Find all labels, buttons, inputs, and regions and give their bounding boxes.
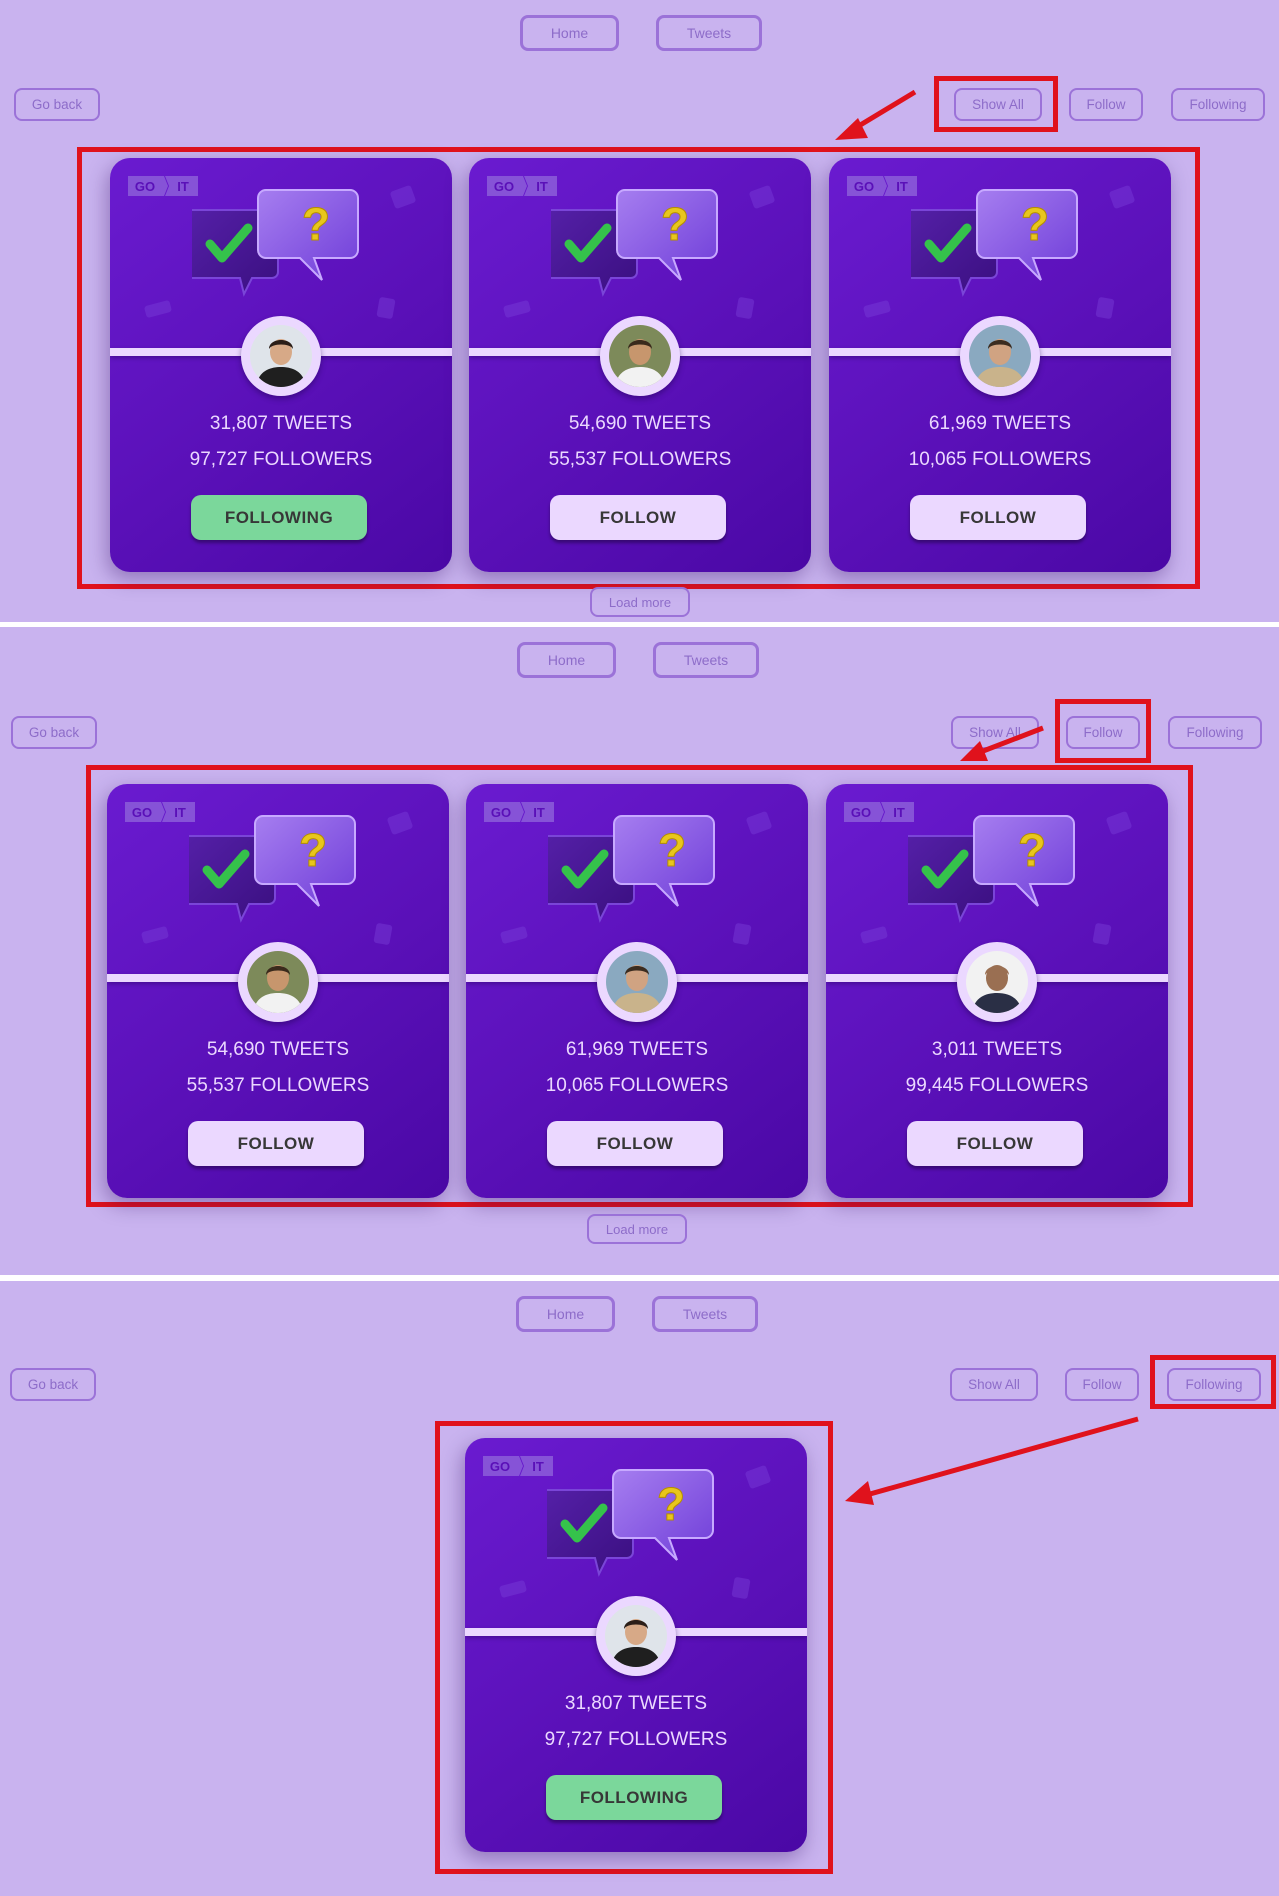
chat-bubbles-illustration: ? [547,1469,714,1577]
follow-toggle-button[interactable]: FOLLOW [550,495,726,540]
avatar-man-dark-jacket [596,1596,676,1676]
chat-bubbles-illustration: ? [911,189,1078,297]
tweets-count: 61,969 TWEETS [928,413,1072,434]
user-card: GO IT [829,158,1171,572]
tweets-count: 31,807 TWEETS [209,413,353,434]
followers-count: 97,727 FOLLOWERS [189,449,373,470]
chat-bubbles-illustration: ? [548,815,715,923]
follow-toggle-button[interactable]: FOLLOW [907,1121,1083,1166]
followers-count: 97,727 FOLLOWERS [544,1729,728,1750]
svg-text:?: ? [1018,824,1046,876]
tweets-count: 61,969 TWEETS [565,1039,709,1060]
avatar-man-white-shirt [238,942,318,1022]
svg-text:?: ? [302,198,330,250]
user-card: GO IT [107,784,449,1198]
follow-toggle-button[interactable]: FOLLOWING [546,1775,722,1820]
followers-count: 99,445 FOLLOWERS [905,1075,1089,1096]
svg-text:?: ? [1021,198,1049,250]
avatar-man-dark-jacket [241,316,321,396]
avatar-man-suit [957,942,1037,1022]
load-more-button[interactable]: Load more [587,1214,687,1244]
svg-text:?: ? [661,198,689,250]
user-card: GO IT [826,784,1168,1198]
user-card: GO IT [466,784,808,1198]
screen-following: Home Tweets Go back Show All Follow Foll… [0,1281,1279,1896]
user-card: GO IT [465,1438,807,1852]
chat-bubbles-illustration: ? [192,189,359,297]
avatar-man-beard [960,316,1040,396]
user-card: GO IT [110,158,452,572]
screen-follow: Home Tweets Go back Show All Follow Foll… [0,627,1279,1275]
user-card: GO IT [469,158,811,572]
tweets-count: 54,690 TWEETS [568,413,712,434]
followers-count: 55,537 FOLLOWERS [548,449,732,470]
follow-toggle-button[interactable]: FOLLOW [910,495,1086,540]
svg-text:?: ? [657,1478,685,1530]
follow-toggle-button[interactable]: FOLLOW [547,1121,723,1166]
followers-count: 10,065 FOLLOWERS [908,449,1092,470]
tweets-count: 54,690 TWEETS [206,1039,350,1060]
chat-bubbles-illustration: ? [908,815,1075,923]
avatar-man-beard [597,942,677,1022]
load-more-button[interactable]: Load more [590,587,690,617]
follow-toggle-button[interactable]: FOLLOW [188,1121,364,1166]
avatar-man-white-shirt [600,316,680,396]
screen-show-all: Home Tweets Go back Show All Follow Foll… [0,0,1279,622]
svg-text:?: ? [299,824,327,876]
followers-count: 10,065 FOLLOWERS [545,1075,729,1096]
tweets-count: 31,807 TWEETS [564,1693,708,1714]
chat-bubbles-illustration: ? [551,189,718,297]
tweets-count: 3,011 TWEETS [931,1039,1063,1060]
chat-bubbles-illustration: ? [189,815,356,923]
follow-toggle-button[interactable]: FOLLOWING [191,495,367,540]
followers-count: 55,537 FOLLOWERS [186,1075,370,1096]
svg-text:?: ? [658,824,686,876]
